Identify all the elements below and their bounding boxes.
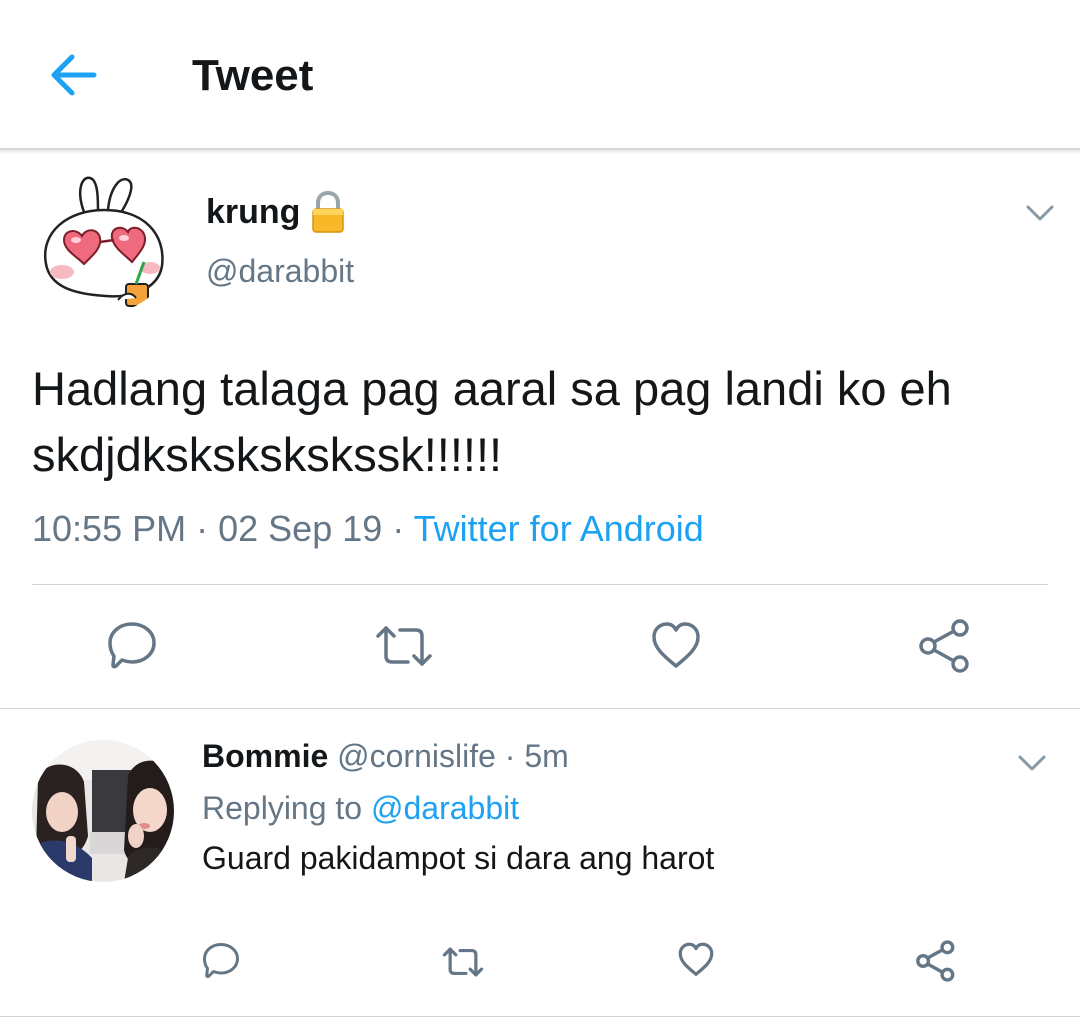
heart-icon: [678, 942, 714, 976]
retweet-icon: [442, 947, 484, 977]
chevron-down-icon: [1026, 205, 1054, 221]
author-name[interactable]: krung: [206, 190, 300, 234]
chevron-down-icon: [1018, 755, 1046, 771]
tweet-date: 02 Sep 19: [218, 508, 383, 549]
tweet-text: Hadlang talaga pag aaral sa pag landi ko…: [32, 362, 952, 481]
reply-header: Bommie @cornislife · 5m: [202, 734, 569, 778]
meta-separator: ·: [504, 738, 516, 774]
heart-icon: [652, 622, 700, 668]
tweet-detail-screen: Tweet krung @darabbit Hadlang talaga pag…: [0, 0, 1080, 1022]
meta-separator: ·: [392, 508, 405, 549]
retweet-icon: [376, 626, 432, 666]
reply-retweet-button[interactable]: [440, 942, 486, 982]
author-avatar[interactable]: [32, 172, 174, 314]
reply-icon: [108, 622, 156, 669]
reply-icon: [203, 943, 239, 978]
photo-avatar-image: [32, 740, 174, 882]
replying-to-label: Replying to: [202, 790, 363, 826]
arrow-left-icon: [51, 54, 97, 96]
tweet-meta: 10:55 PM · 02 Sep 19 · Twitter for Andro…: [32, 506, 704, 552]
reply-author-handle[interactable]: @cornislife: [337, 738, 496, 774]
divider: [0, 708, 1080, 709]
reply-options-button[interactable]: [1014, 748, 1050, 778]
replying-to: Replying to @darabbit: [202, 786, 519, 830]
reply-button[interactable]: [104, 618, 160, 674]
bunny-avatar-image: [32, 172, 174, 314]
page-title: Tweet: [192, 51, 314, 100]
replying-to-handle[interactable]: @darabbit: [371, 790, 519, 826]
tweet-time: 10:55 PM: [32, 508, 187, 549]
share-button[interactable]: [916, 616, 974, 676]
like-button[interactable]: [648, 618, 704, 674]
meta-separator: ·: [196, 508, 209, 549]
reply-age: 5m: [524, 738, 569, 774]
reply-author-avatar[interactable]: [32, 740, 174, 882]
reply-reply-button[interactable]: [200, 940, 242, 982]
author-handle[interactable]: @darabbit: [206, 250, 354, 292]
tweet-options-button[interactable]: [1022, 198, 1058, 228]
divider: [32, 584, 1048, 585]
reply-like-button[interactable]: [676, 940, 716, 980]
reply-share-button[interactable]: [914, 938, 958, 984]
divider: [0, 1016, 1080, 1017]
lock-icon: [310, 190, 346, 234]
share-icon: [916, 940, 955, 982]
reply-author-name[interactable]: Bommie: [202, 738, 328, 774]
back-button[interactable]: [48, 52, 98, 98]
retweet-button[interactable]: [372, 618, 436, 674]
share-icon: [919, 619, 969, 673]
tweet-source-link[interactable]: Twitter for Android: [414, 508, 704, 549]
app-header: Tweet: [0, 0, 1080, 150]
reply-text: Guard pakidampot si dara ang harot: [202, 840, 715, 876]
